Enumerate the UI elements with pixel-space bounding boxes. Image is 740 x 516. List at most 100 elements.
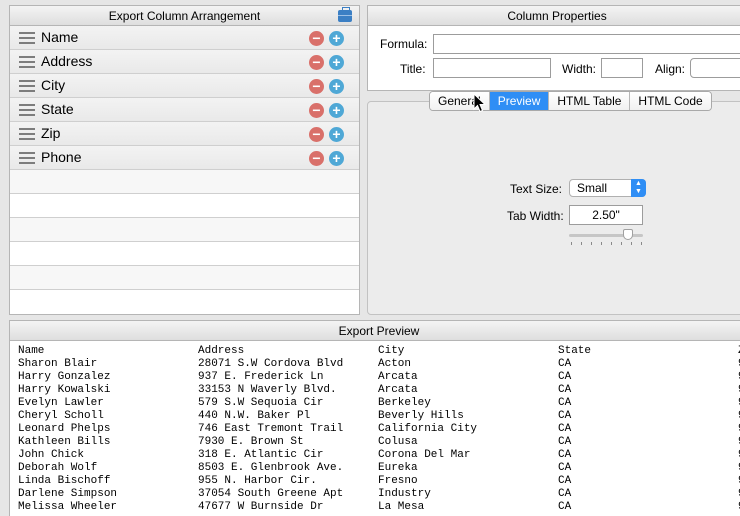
preview-cell: Harry Gonzalez — [18, 371, 111, 383]
empty-column-row — [10, 194, 359, 218]
remove-column-button[interactable]: − — [309, 151, 324, 166]
slider-tick — [601, 242, 602, 245]
column-row-label: Address — [41, 53, 93, 69]
drag-handle-icon[interactable] — [19, 32, 35, 44]
add-column-button[interactable]: + — [329, 55, 344, 70]
preview-cell: CA — [558, 384, 572, 396]
column-properties-title: Column Properties — [507, 9, 607, 23]
drag-handle-icon[interactable] — [19, 128, 35, 140]
preview-cell: CA — [558, 423, 572, 435]
text-size-value: Small — [577, 181, 608, 195]
preview-cell: 579 S.W Sequoia Cir — [198, 397, 324, 409]
preview-cell: CA — [558, 475, 572, 487]
add-column-button[interactable]: + — [329, 127, 344, 142]
briefcase-icon[interactable] — [338, 7, 352, 22]
width-label: Width: — [562, 62, 597, 76]
preview-cell: Deborah Wolf — [18, 462, 98, 474]
preview-cell: Melissa Wheeler — [18, 501, 118, 513]
column-row[interactable]: Name − + — [10, 26, 359, 50]
preview-cell: Linda Bischoff — [18, 475, 111, 487]
drag-handle-icon[interactable] — [19, 152, 35, 164]
column-row[interactable]: Address − + — [10, 50, 359, 74]
formula-label: Formula: — [380, 37, 428, 51]
tab-preview[interactable]: Preview — [489, 92, 550, 110]
preview-cell: CA — [558, 462, 572, 474]
preview-cell: 47677 W Burnside Dr — [198, 501, 324, 513]
remove-column-button[interactable]: − — [309, 127, 324, 142]
preview-cell: Leonard Phelps — [18, 423, 111, 435]
preview-cell: Darlene Simpson — [18, 488, 118, 500]
preview-cell: 746 East Tremont Trail — [198, 423, 344, 435]
preview-cell: Arcata — [378, 371, 418, 383]
preview-cell: CA — [558, 397, 572, 409]
export-preview-panel: Export Preview NameAddressCityStateZShar… — [9, 320, 740, 516]
tab-html-table[interactable]: HTML Table — [549, 92, 631, 110]
column-row[interactable]: City − + — [10, 74, 359, 98]
preview-cell: 28071 S.W Cordova Blvd — [198, 358, 344, 370]
column-properties-header: Column Properties — [368, 6, 740, 26]
preview-cell: 37054 South Greene Apt — [198, 488, 344, 500]
column-properties-panel: Column Properties Formula: Title: Width:… — [367, 5, 740, 91]
preview-cell: Industry — [378, 488, 431, 500]
preview-cell: Colusa — [378, 436, 418, 448]
column-row-label: Phone — [41, 149, 82, 165]
formula-field[interactable] — [433, 34, 740, 54]
slider-tick — [571, 242, 572, 245]
preview-cell: 33153 N Waverly Blvd. — [198, 384, 337, 396]
add-column-button[interactable]: + — [329, 79, 344, 94]
column-row-label: State — [41, 101, 74, 117]
preview-cell: 955 N. Harbor Cir. — [198, 475, 317, 487]
preview-cell: Sharon Blair — [18, 358, 98, 370]
preview-cell: 7930 E. Brown St — [198, 436, 304, 448]
column-row[interactable]: State − + — [10, 98, 359, 122]
align-field[interactable] — [690, 58, 740, 78]
preview-cell: Kathleen Bills — [18, 436, 111, 448]
preview-cell: John Chick — [18, 449, 85, 461]
add-column-button[interactable]: + — [329, 103, 344, 118]
remove-column-button[interactable]: − — [309, 55, 324, 70]
column-row[interactable]: Phone − + — [10, 146, 359, 170]
tab-width-field[interactable] — [569, 205, 643, 225]
preview-cell: CA — [558, 358, 572, 370]
slider-tick — [631, 242, 632, 245]
drag-handle-icon[interactable] — [19, 56, 35, 68]
remove-column-button[interactable]: − — [309, 79, 324, 94]
preview-cell: Address — [198, 345, 245, 357]
slider-tick — [591, 242, 592, 245]
empty-column-row — [10, 242, 359, 266]
tab-width-slider[interactable] — [569, 229, 643, 245]
title-field[interactable] — [433, 58, 551, 78]
add-column-button[interactable]: + — [329, 31, 344, 46]
preview-cell: Harry Kowalski — [18, 384, 111, 396]
width-field[interactable] — [601, 58, 643, 78]
preview-cell: Fresno — [378, 475, 418, 487]
export-preview-title: Export Preview — [338, 324, 420, 338]
tab-html-code[interactable]: HTML Code — [630, 92, 711, 110]
drag-handle-icon[interactable] — [19, 80, 35, 92]
column-list: Name − + Address − + City − + State − + Zip − + Phone − + — [10, 26, 359, 290]
preview-cell: Corona Del Mar — [378, 449, 471, 461]
preview-cell: CA — [558, 371, 572, 383]
preview-cell: Evelyn Lawler — [18, 397, 104, 409]
drag-handle-icon[interactable] — [19, 104, 35, 116]
preview-cell: CA — [558, 449, 572, 461]
empty-column-row — [10, 218, 359, 242]
preview-cell: Acton — [378, 358, 412, 370]
preview-cell: CA — [558, 410, 572, 422]
remove-column-button[interactable]: − — [309, 103, 324, 118]
column-row-label: City — [41, 77, 66, 93]
empty-column-row — [10, 170, 359, 194]
column-arrangement-title: Export Column Arrangement — [108, 9, 261, 23]
preview-cell: Eureka — [378, 462, 418, 474]
preview-cell: Beverly Hills — [378, 410, 464, 422]
slider-knob[interactable] — [623, 229, 634, 240]
add-column-button[interactable]: + — [329, 151, 344, 166]
preview-cell: 440 N.W. Baker Pl — [198, 410, 311, 422]
column-row[interactable]: Zip − + — [10, 122, 359, 146]
remove-column-button[interactable]: − — [309, 31, 324, 46]
mouse-cursor-icon — [473, 93, 487, 113]
title-label: Title: — [400, 62, 426, 76]
chevron-updown-icon: ▲ ▼ — [631, 179, 646, 197]
tab-width-label: Tab Width: — [507, 209, 564, 223]
text-size-select[interactable]: Small ▲ ▼ — [569, 179, 646, 197]
